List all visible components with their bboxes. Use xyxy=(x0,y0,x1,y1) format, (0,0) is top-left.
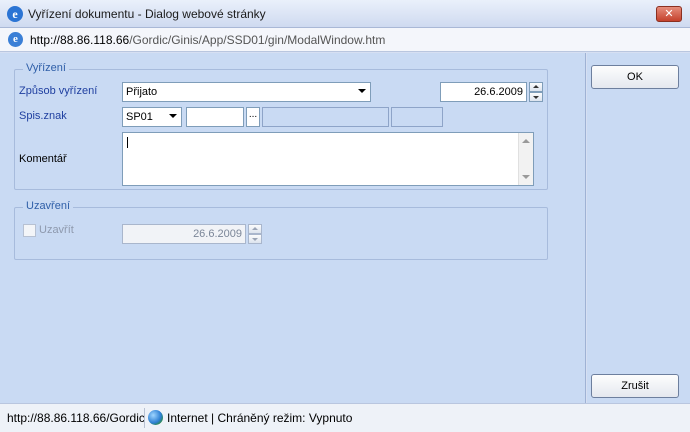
scroll-down-icon[interactable] xyxy=(522,175,530,179)
ok-button[interactable]: OK xyxy=(591,65,679,89)
method-label: Způsob vyřízení xyxy=(19,85,98,97)
window-titlebar: e Vyřízení dokumentu - Dialog webové str… xyxy=(0,0,690,28)
status-zone: Internet | Chráněný režim: Vypnuto xyxy=(167,411,353,425)
spin-up-icon[interactable] xyxy=(529,82,543,92)
status-url: http://88.86.118.66/Gordic xyxy=(7,411,145,425)
uzavreni-group: Uzavření Uzavřít 26.6.2009 xyxy=(14,200,548,260)
dialog-form: Vyřízení Způsob vyřízení Přijato 26.6.20… xyxy=(0,53,586,403)
method-select[interactable]: Přijato xyxy=(122,82,371,102)
vyrizeni-group: Vyřízení Způsob vyřízení Přijato 26.6.20… xyxy=(14,62,548,190)
status-divider xyxy=(144,408,145,428)
uzavrit-label: Uzavřít xyxy=(39,224,74,236)
spis-code-input[interactable] xyxy=(186,107,244,127)
chevron-down-icon xyxy=(169,114,177,118)
spis-name-field xyxy=(262,107,389,127)
status-bar: http://88.86.118.66/Gordic Internet | Ch… xyxy=(0,403,690,432)
address-url-path: /Gordic/Ginis/App/SSD01/gin/ModalWindow.… xyxy=(129,33,386,47)
page-icon: e xyxy=(8,32,23,47)
spin-down-icon[interactable] xyxy=(248,234,262,244)
comment-textarea[interactable] xyxy=(122,132,534,186)
method-select-value: Přijato xyxy=(126,86,158,98)
comment-label: Komentář xyxy=(19,153,67,165)
scroll-up-icon[interactable] xyxy=(522,139,530,143)
uzavrit-checkbox[interactable] xyxy=(23,224,36,237)
address-bar: e http://88.86.118.66/Gordic/Ginis/App/S… xyxy=(0,28,690,52)
close-window-button[interactable]: ✕ xyxy=(656,6,682,22)
address-url-host: http://88.86.118.66 xyxy=(30,33,130,47)
spis-label: Spis.znak xyxy=(19,110,67,122)
ie-icon: e xyxy=(7,6,23,22)
spis-extra-field xyxy=(391,107,443,127)
spin-up-icon[interactable] xyxy=(248,224,262,234)
spis-select-value: SP01 xyxy=(126,111,153,123)
spis-browse-button[interactable]: ... xyxy=(246,107,260,127)
uzavreni-date-input[interactable]: 26.6.2009 xyxy=(122,224,246,244)
uzavreni-legend: Uzavření xyxy=(23,200,74,212)
cancel-button[interactable]: Zrušit xyxy=(591,374,679,398)
comment-scrollbar[interactable] xyxy=(518,133,533,185)
globe-icon xyxy=(148,410,163,425)
spis-select[interactable]: SP01 xyxy=(122,107,182,127)
vyrizeni-legend: Vyřízení xyxy=(23,62,69,74)
window-title: Vyřízení dokumentu - Dialog webové strán… xyxy=(28,7,266,21)
spin-down-icon[interactable] xyxy=(529,92,543,102)
action-panel: OK Zrušit xyxy=(587,53,690,403)
vyrizeni-date-spinner[interactable] xyxy=(529,82,543,102)
text-caret xyxy=(127,137,128,148)
vyrizeni-date-input[interactable]: 26.6.2009 xyxy=(440,82,527,102)
address-url: http://88.86.118.66/Gordic/Ginis/App/SSD… xyxy=(30,33,385,47)
chevron-down-icon xyxy=(358,89,366,93)
uzavreni-date-spinner[interactable] xyxy=(248,224,262,244)
